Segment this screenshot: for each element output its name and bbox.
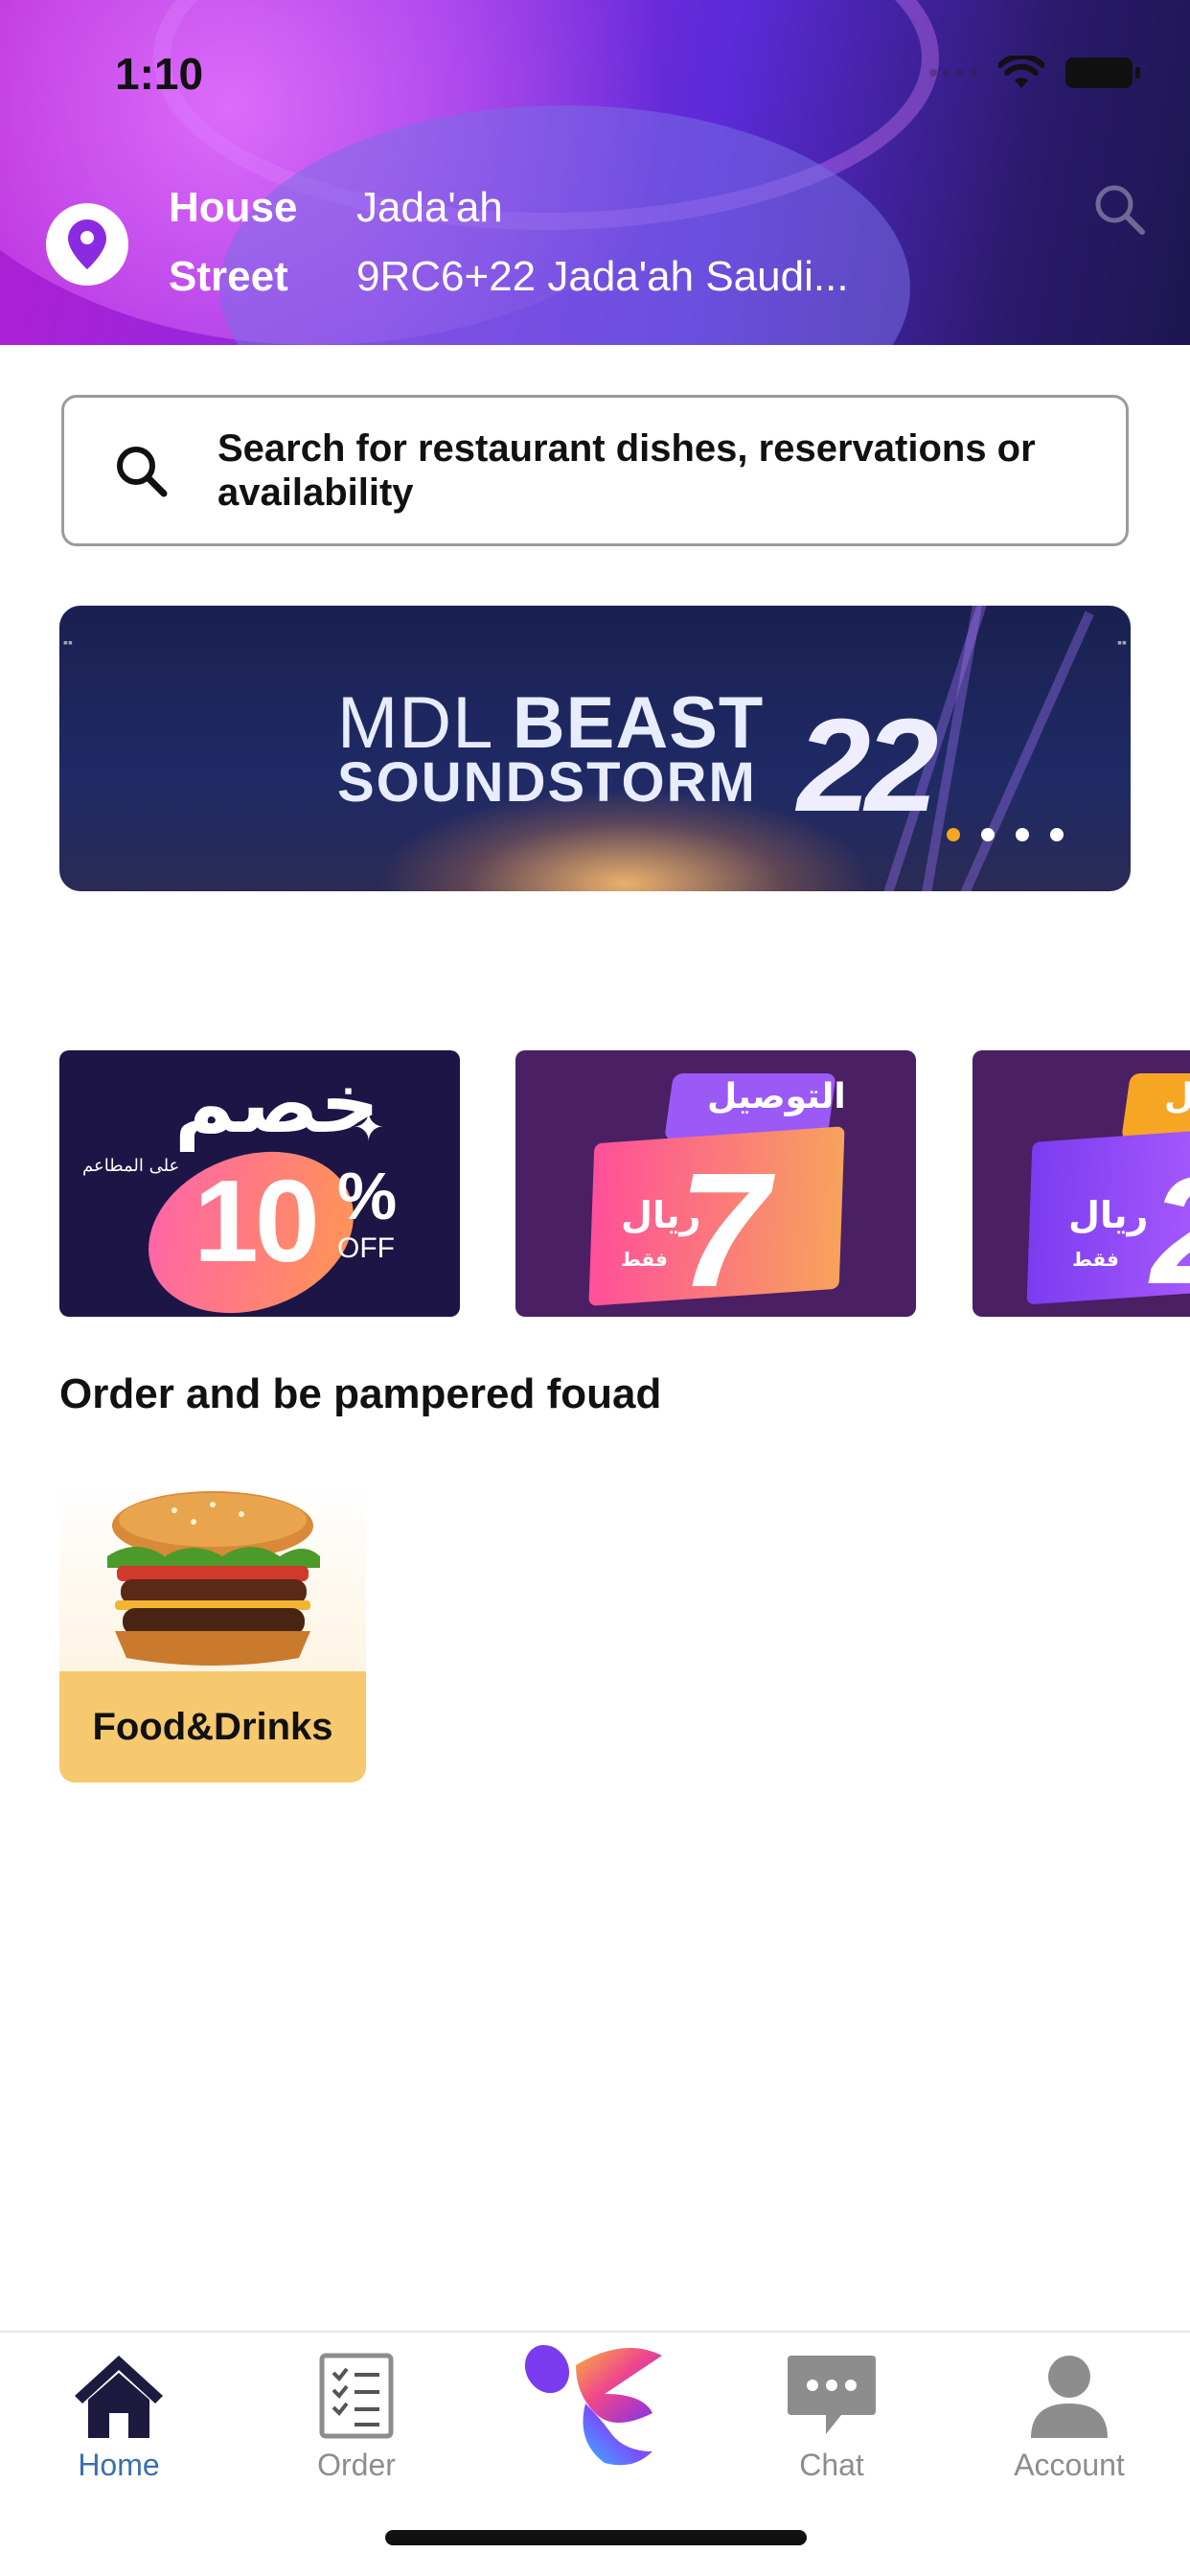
promo-only: فقط xyxy=(621,1248,668,1271)
burger-image xyxy=(59,1484,366,1673)
street-label: Street xyxy=(169,253,288,300)
category-label: Food&Drinks xyxy=(59,1671,366,1782)
carousel-dot[interactable] xyxy=(1016,828,1029,841)
sparkle-icon: ✦ xyxy=(353,1107,385,1149)
tab-home[interactable]: Home xyxy=(23,2352,215,2483)
section-title: Order and be pampered fouad xyxy=(59,1370,662,1417)
house-value: Jada'ah xyxy=(356,184,503,231)
header-search-icon[interactable] xyxy=(1092,182,1146,236)
search-icon xyxy=(64,442,217,499)
promo-card-delivery[interactable]: التوصيل ريال فقط 7 xyxy=(515,1050,916,1317)
promo-percent: % xyxy=(337,1159,398,1233)
promo-tag: التوصيل xyxy=(707,1077,846,1116)
tab-label: Order xyxy=(317,2448,396,2482)
category-card-food-drinks[interactable]: Food&Drinks xyxy=(59,1484,366,1782)
carousel-dot[interactable] xyxy=(1050,828,1064,841)
promo-headline: خصم xyxy=(174,1056,380,1152)
tab-label: Account xyxy=(1014,2448,1125,2482)
tab-account[interactable]: Account xyxy=(973,2352,1165,2483)
tab-label: Home xyxy=(78,2448,160,2482)
search-bar[interactable]: Search for restaurant dishes, reservatio… xyxy=(61,395,1129,546)
status-time: 1:10 xyxy=(115,49,204,99)
promo-tag: ل xyxy=(1164,1077,1190,1116)
street-row[interactable]: Street 9RC6+22 Jada'ah Saudi... xyxy=(169,253,849,301)
account-person-icon xyxy=(1031,2356,1108,2438)
promo-card-partial[interactable]: ل ريال فقط 2 xyxy=(973,1050,1190,1317)
promo-card-discount[interactable]: خصم ✦ على المطاعم 10 % OFF xyxy=(59,1050,460,1317)
house-label: House xyxy=(169,184,298,231)
carousel-dot[interactable] xyxy=(981,828,995,841)
tab-order[interactable]: Order xyxy=(261,2352,452,2483)
promo-only: فقط xyxy=(1072,1248,1119,1271)
promo-currency: ريال xyxy=(1068,1194,1149,1236)
promo-value: 10 xyxy=(194,1156,320,1286)
tab-center-logo[interactable] xyxy=(499,2336,691,2471)
banner-corner-logo: ▪▪ xyxy=(63,634,73,650)
order-checklist-icon xyxy=(319,2353,394,2439)
status-icons xyxy=(929,56,1140,90)
street-value: 9RC6+22 Jada'ah Saudi... xyxy=(356,253,849,300)
home-screen: 1:10 House Jada'ah Street 9RC6+22 Jada'a… xyxy=(0,0,1190,2576)
tab-label: Chat xyxy=(799,2448,864,2482)
location-pin-icon[interactable] xyxy=(46,203,128,286)
promo-value: 2 xyxy=(1151,1142,1190,1317)
banner-number: 22 xyxy=(797,692,938,840)
banner-corner-logo: ▪▪ xyxy=(1117,634,1127,650)
cellular-signal-icon xyxy=(929,69,977,77)
home-indicator[interactable] xyxy=(385,2530,807,2545)
promo-off: OFF xyxy=(337,1232,395,1264)
promo-value: 7 xyxy=(678,1139,769,1317)
banner-subtitle: SOUNDSTORM xyxy=(337,751,757,814)
event-banner-carousel[interactable]: ▪▪ ▪▪ MDL BEAST SOUNDSTORM 22 xyxy=(59,606,1131,891)
app-logo-icon xyxy=(524,2344,662,2466)
carousel-dot[interactable] xyxy=(947,828,960,841)
location-header: 1:10 House Jada'ah Street 9RC6+22 Jada'a… xyxy=(0,0,1190,345)
chat-bubble-icon xyxy=(788,2356,876,2434)
promo-subtext: على المطاعم xyxy=(82,1156,180,1176)
banner-decoration xyxy=(960,610,1094,891)
banner-title: MDL BEAST SOUNDSTORM xyxy=(337,687,764,824)
tab-chat[interactable]: Chat xyxy=(736,2352,927,2483)
home-icon xyxy=(75,2356,163,2438)
search-placeholder: Search for restaurant dishes, reservatio… xyxy=(217,427,1036,514)
battery-icon xyxy=(1065,58,1140,88)
house-row[interactable]: House Jada'ah xyxy=(169,184,503,232)
wifi-icon xyxy=(998,56,1044,88)
carousel-pagination xyxy=(947,828,1064,841)
